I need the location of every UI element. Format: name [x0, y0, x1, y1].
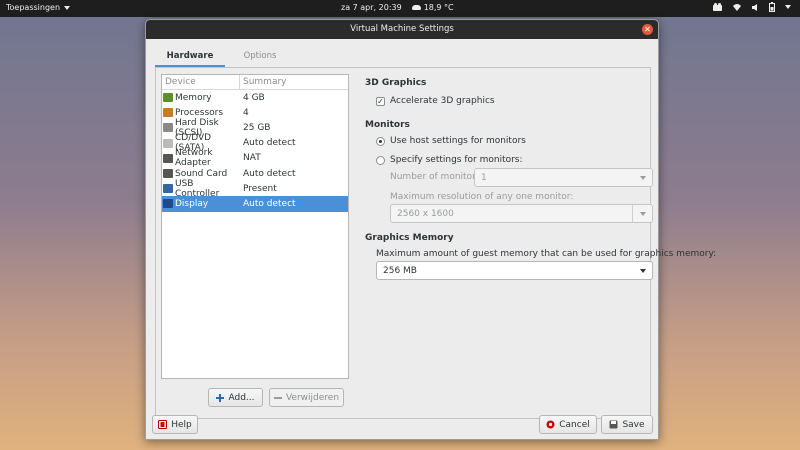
- applications-menu-label: Toepassingen: [6, 3, 61, 12]
- weather: 18,9 °C: [411, 3, 454, 12]
- close-icon: ✕: [644, 25, 651, 34]
- graphics-memory-desc: Maximum amount of guest memory that can …: [376, 249, 717, 259]
- hardware-panel: Device Summary Memory 4 GB Processors 4 Hard…: [155, 67, 716, 419]
- system-tray[interactable]: [712, 2, 792, 12]
- use-host-settings-label: Use host settings for monitors: [390, 136, 526, 146]
- column-header-device[interactable]: Device: [162, 75, 240, 89]
- clock-area[interactable]: za 7 apr, 20:39 18,9 °C: [341, 3, 454, 12]
- date-time: za 7 apr, 20:39: [341, 3, 402, 12]
- specify-settings-label: Specify settings for monitors:: [390, 155, 523, 165]
- accelerate-3d-label: Accelerate 3D graphics: [390, 96, 495, 106]
- save-button[interactable]: Save: [601, 415, 653, 434]
- vmware-tray-icon: [713, 3, 722, 11]
- use-host-settings-row[interactable]: Use host settings for monitors: [376, 136, 526, 146]
- graphics-memory-value: 256 MB: [383, 265, 417, 276]
- device-name: USB Controller: [175, 178, 220, 199]
- cloud-icon: [411, 5, 421, 10]
- display-icon: [163, 199, 173, 209]
- chevron-down-icon: [640, 269, 646, 273]
- plus-icon: [216, 393, 225, 402]
- device-list[interactable]: Device Summary Memory 4 GB Processors 4 Hard…: [161, 74, 349, 379]
- max-resolution-combo[interactable]: 2560 x 1600: [390, 204, 653, 223]
- tab-bar: Hardware Options: [155, 46, 295, 67]
- device-row-network-adapter[interactable]: Network Adapter NAT: [162, 148, 348, 169]
- device-summary: NAT: [243, 153, 261, 164]
- save-icon: [609, 420, 618, 429]
- chevron-down-icon: [64, 5, 71, 10]
- network-icon: [163, 153, 173, 163]
- processor-icon: [163, 108, 173, 118]
- device-name: Network Adapter: [175, 148, 213, 169]
- section-monitors: Monitors: [365, 120, 410, 130]
- memory-icon: [163, 93, 173, 103]
- battery-icon: [769, 2, 775, 12]
- wifi-icon: [733, 3, 741, 11]
- sound-icon: [163, 169, 173, 179]
- max-resolution-value: 2560 x 1600: [397, 208, 454, 219]
- accelerate-3d-row[interactable]: ✓ Accelerate 3D graphics: [376, 96, 495, 106]
- section-3d-graphics: 3D Graphics: [365, 78, 427, 88]
- device-summary: Auto detect: [243, 198, 296, 209]
- device-list-header: Device Summary: [162, 75, 348, 90]
- cancel-label: Cancel: [559, 419, 590, 430]
- chevron-down-icon: [640, 212, 646, 216]
- device-summary: Auto detect: [243, 168, 296, 179]
- section-graphics-memory: Graphics Memory: [365, 233, 454, 243]
- device-row-display[interactable]: Display Auto detect: [162, 196, 348, 212]
- remove-device-button[interactable]: Verwijderen: [269, 388, 344, 407]
- save-label: Save: [622, 419, 645, 430]
- device-row-usb-controller[interactable]: USB Controller Present: [162, 178, 348, 199]
- tab-options[interactable]: Options: [225, 46, 295, 67]
- tab-hardware[interactable]: Hardware: [155, 46, 225, 67]
- column-header-summary[interactable]: Summary: [240, 75, 287, 89]
- chevron-down-icon: [640, 176, 646, 180]
- help-button[interactable]: Help: [152, 415, 198, 434]
- help-icon: [158, 420, 168, 429]
- device-summary: 25 GB: [243, 122, 271, 133]
- add-device-button[interactable]: Add...: [208, 388, 263, 407]
- cd-icon: [163, 138, 173, 148]
- window-titlebar[interactable]: Virtual Machine Settings ✕: [146, 20, 658, 39]
- device-name: Display: [175, 198, 209, 209]
- chevron-down-icon: [785, 5, 791, 9]
- hard-disk-icon: [163, 123, 173, 133]
- device-name: Processors: [175, 107, 224, 118]
- device-name: Memory: [175, 92, 212, 103]
- specify-settings-row[interactable]: Specify settings for monitors:: [376, 155, 523, 165]
- device-summary: Present: [243, 183, 277, 194]
- vm-settings-window: Virtual Machine Settings ✕ Hardware Opti…: [145, 19, 716, 440]
- device-summary: 4 GB: [243, 92, 265, 103]
- device-summary: 4: [243, 107, 249, 118]
- close-button[interactable]: ✕: [642, 24, 653, 35]
- graphics-memory-combo[interactable]: 256 MB: [376, 261, 653, 280]
- max-resolution-label: Maximum resolution of any one monitor:: [390, 192, 574, 202]
- device-row-memory[interactable]: Memory 4 GB: [162, 90, 348, 105]
- use-host-settings-radio[interactable]: [376, 136, 385, 146]
- specify-settings-radio[interactable]: [376, 155, 385, 165]
- cancel-button[interactable]: Cancel: [539, 415, 597, 434]
- cancel-icon: [546, 420, 555, 429]
- volume-icon: [752, 3, 757, 11]
- number-of-monitors-label: Number of monitors:: [390, 172, 484, 182]
- number-of-monitors-combo[interactable]: 1: [474, 168, 653, 187]
- window-title: Virtual Machine Settings: [350, 24, 454, 34]
- weather-temp: 18,9 °C: [423, 3, 454, 12]
- usb-icon: [163, 184, 173, 194]
- device-summary: Auto detect: [243, 138, 296, 149]
- help-label: Help: [171, 419, 192, 430]
- remove-device-label: Verwijderen: [285, 392, 340, 403]
- minus-icon: [273, 396, 282, 399]
- top-bar: Toepassingen za 7 apr, 20:39 18,9 °C: [0, 0, 800, 17]
- add-device-label: Add...: [228, 392, 255, 403]
- accelerate-3d-checkbox[interactable]: ✓: [376, 96, 385, 106]
- applications-menu[interactable]: Toepassingen: [6, 3, 71, 12]
- device-name: Sound Card: [175, 168, 228, 179]
- number-of-monitors-value: 1: [481, 172, 487, 183]
